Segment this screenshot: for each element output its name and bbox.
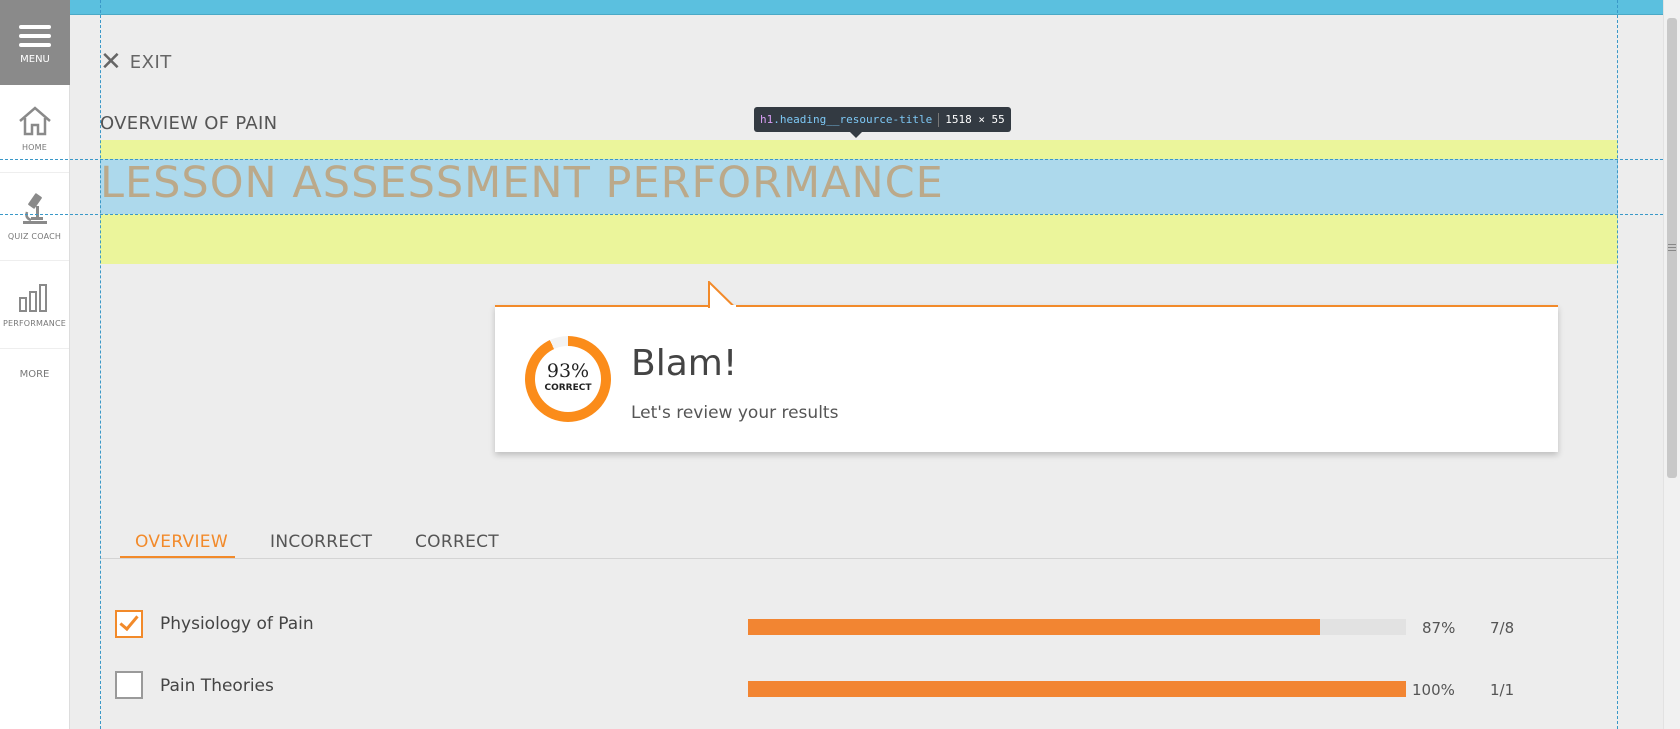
topic-score: 1/1 xyxy=(1490,681,1515,699)
topic-checkbox[interactable] xyxy=(115,610,143,638)
topic-checkbox[interactable] xyxy=(115,671,143,699)
tooltip-tag: h1 xyxy=(760,113,774,126)
tabs-divider xyxy=(100,558,1618,559)
topic-percent: 87% xyxy=(1422,619,1456,637)
exit-label: EXIT xyxy=(129,51,172,73)
topic-score: 7/8 xyxy=(1490,619,1515,637)
card-notch xyxy=(708,281,736,308)
checkmark-icon xyxy=(119,610,139,632)
tooltip-class: .heading__resource-title xyxy=(773,113,933,126)
tab-incorrect[interactable]: INCORRECT xyxy=(270,532,372,552)
page-title: LESSON ASSESSMENT PERFORMANCE xyxy=(100,158,944,208)
topic-name: Physiology of Pain xyxy=(160,614,314,634)
top-bar xyxy=(70,0,1663,15)
topic-progress-bar xyxy=(748,619,1406,635)
page-scrollbar[interactable] xyxy=(1663,0,1680,729)
inspector-guide-top xyxy=(0,159,1663,160)
score-percent: 93% xyxy=(546,360,590,382)
close-icon: ✕ xyxy=(100,47,122,77)
score-label: CORRECT xyxy=(544,383,592,393)
nav-item-label: QUIZ COACH xyxy=(7,232,62,241)
topic-progress-fill xyxy=(748,619,1321,635)
topic-progress-fill xyxy=(748,681,1406,697)
tab-correct[interactable]: CORRECT xyxy=(415,532,499,552)
page-subtitle: OVERVIEW OF PAIN xyxy=(100,113,278,134)
nav-more-button[interactable]: MORE xyxy=(0,349,69,399)
topic-progress-bar xyxy=(748,681,1406,697)
result-title: Blam! xyxy=(631,343,738,384)
nav-item-label: HOME xyxy=(21,143,48,152)
nav-item-performance[interactable]: PERFORMANCE xyxy=(0,261,69,349)
inspector-tooltip: h1 .heading__resource-title 1518 × 55 xyxy=(754,107,1011,138)
result-subtitle: Let's review your results xyxy=(631,403,839,423)
inspector-guide-bottom xyxy=(0,214,1663,215)
hamburger-icon xyxy=(19,20,51,52)
side-nav: MENU HOME QUIZ COACH PERFORMANCE MORE xyxy=(0,0,70,729)
tab-overview[interactable]: OVERVIEW xyxy=(135,532,228,552)
nav-item-label: PERFORMANCE xyxy=(2,319,67,328)
inspector-guide-right xyxy=(1617,0,1618,729)
menu-button[interactable]: MENU xyxy=(0,0,70,85)
active-tab-indicator xyxy=(120,556,235,558)
scrollbar-grip-icon xyxy=(1668,242,1676,253)
nav-item-quiz-coach[interactable]: QUIZ COACH xyxy=(0,173,69,261)
topic-percent: 100% xyxy=(1412,681,1455,699)
home-icon xyxy=(18,106,51,136)
microscope-icon xyxy=(22,193,47,224)
exit-button[interactable]: ✕ EXIT xyxy=(100,47,172,77)
menu-label: MENU xyxy=(20,54,50,65)
topic-name: Pain Theories xyxy=(160,676,274,696)
tooltip-size: 1518 × 55 xyxy=(945,113,1005,126)
bar-chart-icon xyxy=(18,284,47,312)
inspector-guide-left xyxy=(100,0,101,729)
